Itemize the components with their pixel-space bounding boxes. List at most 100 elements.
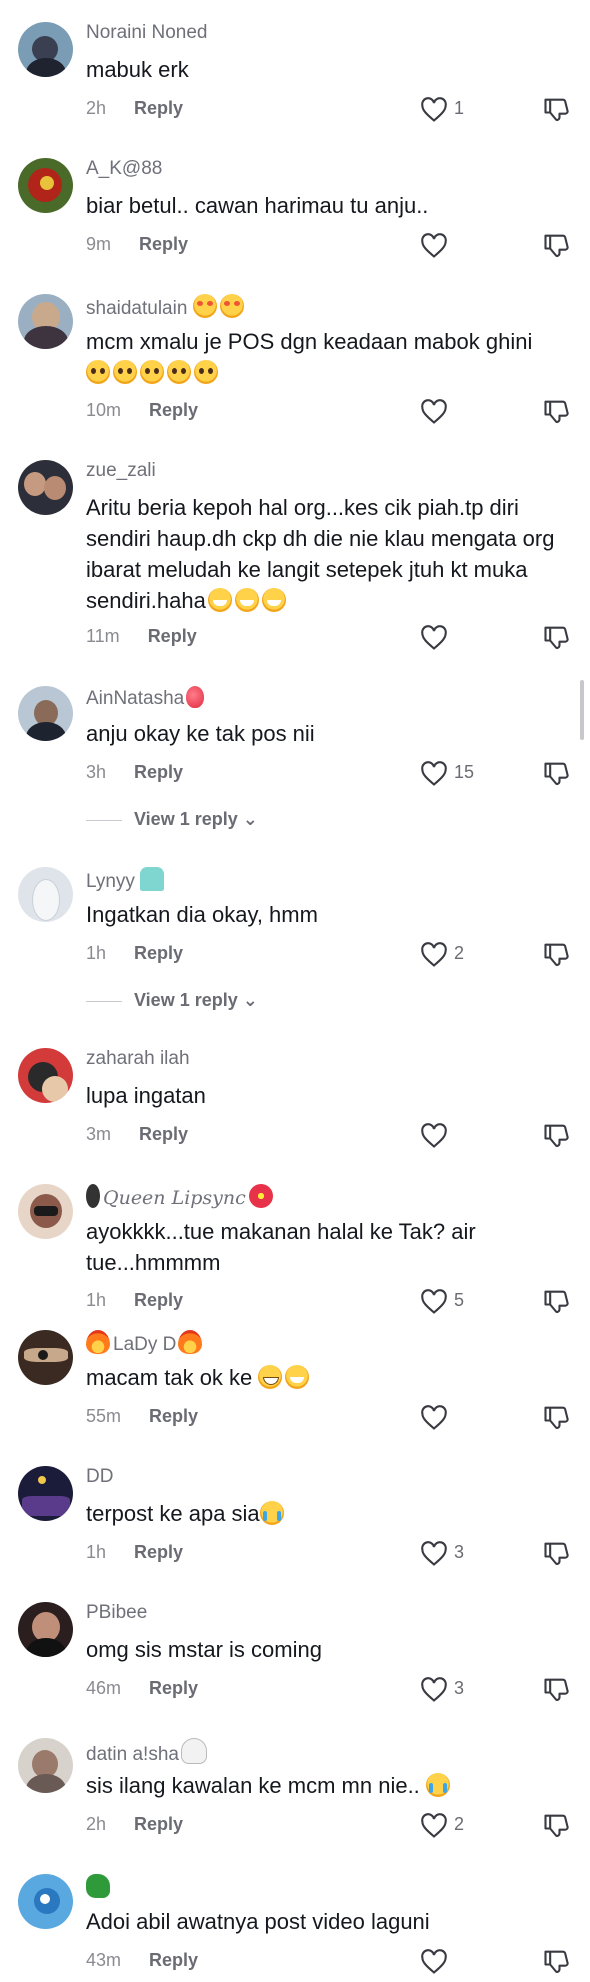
avatar[interactable]: [18, 1874, 73, 1929]
comment-meta: 46m Reply: [86, 1678, 198, 1699]
comment-meta: 1h Reply: [86, 1542, 183, 1563]
like-button[interactable]: [420, 231, 500, 261]
comment-username[interactable]: Noraini Noned: [86, 22, 207, 44]
comment-time: 9m: [86, 234, 112, 254]
comment-meta: 10m Reply: [86, 400, 198, 421]
heart-outline-icon: [421, 942, 447, 967]
dislike-button[interactable]: [542, 759, 572, 789]
comment-username[interactable]: A_K@88: [86, 158, 162, 180]
view-replies-button[interactable]: View 1 reply ⌄: [86, 809, 258, 830]
loudly-crying-emoji: [259, 1501, 284, 1525]
comment-text: omg sis mstar is coming: [86, 1637, 322, 1662]
dislike-button[interactable]: [542, 1811, 572, 1841]
heart-outline-icon: [421, 1677, 447, 1702]
view-replies-button[interactable]: View 1 reply ⌄: [86, 990, 258, 1011]
reply-button[interactable]: Reply: [134, 762, 183, 782]
like-button[interactable]: 2: [420, 940, 500, 970]
thumbs-down-icon: [544, 1542, 569, 1565]
like-button[interactable]: 15: [420, 759, 500, 789]
dislike-button[interactable]: [542, 623, 572, 653]
comment-username[interactable]: shaidatulain: [86, 294, 247, 320]
comment-text: ayokkkk...tue makanan halal ke Tak? air …: [86, 1219, 476, 1275]
avatar[interactable]: [18, 1738, 73, 1793]
like-button[interactable]: [420, 623, 500, 653]
avatar[interactable]: [18, 1330, 73, 1385]
avatar[interactable]: [18, 1466, 73, 1521]
reply-button[interactable]: Reply: [134, 1814, 183, 1834]
microphone-emoji: [86, 1184, 100, 1208]
fire-emoji: [178, 1330, 203, 1354]
like-button[interactable]: 3: [420, 1539, 500, 1569]
heart-eyes-emoji: [192, 294, 217, 318]
like-button[interactable]: [420, 1121, 500, 1151]
comment-username[interactable]: [86, 1874, 113, 1900]
heart-outline-icon: [421, 233, 447, 258]
comment-username[interactable]: zue_zali: [86, 460, 156, 482]
reply-button[interactable]: Reply: [134, 1542, 183, 1562]
dislike-button[interactable]: [542, 1121, 572, 1151]
comment-username[interactable]: zaharah ilah: [86, 1048, 190, 1070]
avatar[interactable]: [18, 686, 73, 741]
comment-username[interactable]: Queen Lipsync: [86, 1184, 276, 1209]
reply-button[interactable]: Reply: [149, 1678, 198, 1698]
reply-button[interactable]: Reply: [149, 1950, 198, 1970]
comment-meta: 11m Reply: [86, 626, 197, 647]
avatar[interactable]: [18, 158, 73, 213]
comment-meta: 2h Reply: [86, 1814, 183, 1835]
comment-item: Adoi abil awatnya post video laguni 43m R…: [0, 1852, 590, 1982]
reply-button[interactable]: Reply: [149, 1406, 198, 1426]
comment-time: 43m: [86, 1950, 122, 1970]
reply-button[interactable]: Reply: [139, 1124, 188, 1144]
comment-username[interactable]: AinNatasha: [86, 686, 207, 710]
like-button[interactable]: 2: [420, 1811, 500, 1841]
like-count: 15: [454, 762, 475, 782]
dislike-button[interactable]: [542, 940, 572, 970]
like-button[interactable]: [420, 1947, 500, 1977]
reply-button[interactable]: Reply: [134, 943, 183, 963]
comment-meta: 43m Reply: [86, 1950, 198, 1971]
balloon-emoji: [186, 686, 205, 708]
dislike-button[interactable]: [542, 231, 572, 261]
like-count: 2: [454, 1814, 465, 1834]
dislike-button[interactable]: [542, 397, 572, 427]
avatar[interactable]: [18, 867, 73, 922]
comment-username[interactable]: DD: [86, 1466, 113, 1488]
reply-button[interactable]: Reply: [134, 98, 183, 118]
like-button[interactable]: 1: [420, 95, 500, 125]
comment-username[interactable]: datin a!sha: [86, 1738, 210, 1766]
like-count: 1: [454, 98, 465, 118]
scrollbar[interactable]: [580, 680, 584, 740]
heart-outline-icon: [421, 761, 447, 786]
thumbs-down-icon: [544, 626, 569, 649]
heart-outline-icon: [421, 97, 447, 122]
dislike-button[interactable]: [542, 1675, 572, 1705]
like-button[interactable]: [420, 397, 500, 427]
avatar[interactable]: [18, 1048, 73, 1103]
avatar[interactable]: [18, 460, 73, 515]
grinning-face-emoji: [258, 1365, 283, 1389]
reply-button[interactable]: Reply: [148, 626, 197, 646]
comment-text: anju okay ke tak pos nii: [86, 721, 315, 746]
reply-button[interactable]: Reply: [149, 400, 198, 420]
avatar[interactable]: [18, 22, 73, 77]
avatar[interactable]: [18, 1184, 73, 1239]
comment-item: LaDy D macam tak ok ke 55m Reply: [0, 1308, 590, 1443]
dislike-button[interactable]: [542, 1403, 572, 1433]
comment-username[interactable]: Lynyy: [86, 867, 167, 893]
comment-username[interactable]: LaDy D: [86, 1330, 205, 1356]
thumbs-down-icon: [544, 234, 569, 257]
dislike-button[interactable]: [542, 1947, 572, 1977]
avatar[interactable]: [18, 1602, 73, 1657]
avatar[interactable]: [18, 294, 73, 349]
reply-button[interactable]: Reply: [134, 1290, 183, 1310]
dislike-button[interactable]: [542, 1539, 572, 1569]
like-count: 3: [454, 1542, 465, 1562]
like-count: 3: [454, 1678, 465, 1698]
comment-meta: 1h Reply: [86, 943, 183, 964]
like-button[interactable]: [420, 1403, 500, 1433]
comment-username[interactable]: PBibee: [86, 1602, 147, 1624]
like-button[interactable]: 3: [420, 1675, 500, 1705]
reply-button[interactable]: Reply: [139, 234, 188, 254]
dislike-button[interactable]: [542, 95, 572, 125]
thumbs-down-icon: [544, 400, 569, 423]
